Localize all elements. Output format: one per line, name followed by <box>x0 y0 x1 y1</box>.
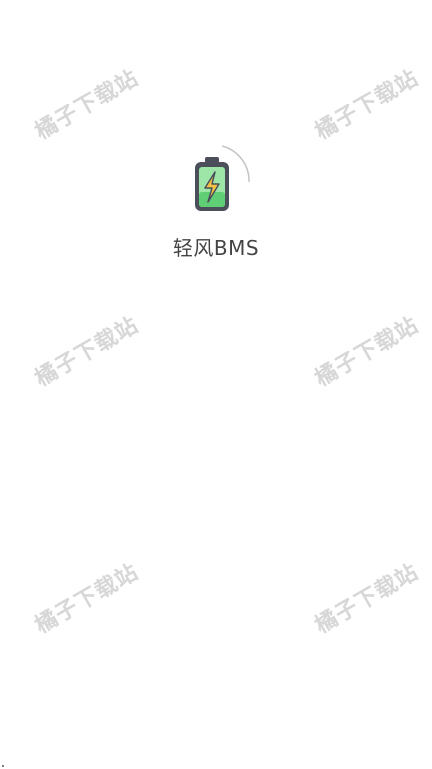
watermark-text: 橘子下载站 <box>311 559 424 639</box>
corner-dot <box>2 765 4 767</box>
app-name: 轻风BMS <box>172 236 260 260</box>
watermark-text: 橘子下载站 <box>31 65 144 145</box>
watermark-text: 橘子下载站 <box>311 312 424 392</box>
battery-charging-icon <box>195 145 250 211</box>
app-logo <box>176 140 256 220</box>
splash-screen: 轻风BMS <box>0 140 432 261</box>
watermark-text: 橘子下载站 <box>31 559 144 639</box>
watermark-text: 橘子下载站 <box>31 312 144 392</box>
watermark-text: 橘子下载站 <box>311 65 424 145</box>
